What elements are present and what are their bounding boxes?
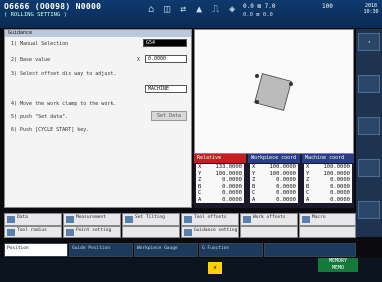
softkey-tilting[interactable]: Set Tilting: [122, 213, 180, 226]
softkey-measurement[interactable]: Measurement: [63, 213, 121, 226]
softkey-macro[interactable]: Macro: [299, 213, 356, 226]
vertical-softkeys: ◂: [356, 29, 382, 237]
softkey-data[interactable]: Data: [4, 213, 62, 226]
softkey-guidance[interactable]: Guidance setting: [181, 226, 239, 238]
tab-g-function[interactable]: G Function: [199, 243, 263, 257]
workpiece-values: X 100.0000 Y 100.0000 Z 0.0000 B 0.0000 C 0.0…: [250, 164, 298, 203]
softkey-tool-radius[interactable]: Tool radius: [4, 226, 62, 238]
guidance-panel: Guidance 1) Manual Selection G54 2) Base…: [4, 29, 192, 208]
tilt-icon: [125, 216, 133, 223]
side-key-1[interactable]: ◂: [358, 33, 380, 51]
side-key-4[interactable]: [358, 159, 380, 177]
workpiece-header[interactable]: Workpiece coord: [248, 154, 300, 163]
radius-icon: [7, 229, 15, 236]
base-axis-label: X: [137, 57, 141, 63]
softkey-row-2: Tool radius Point setting Guidance setti…: [4, 226, 356, 238]
softkey-work-offsets[interactable]: Work offsets: [240, 213, 298, 226]
step-4: 4) Move the work clamp to the work.: [11, 101, 117, 107]
softkey-row-1: Data Measurement Set Tilting Tool offset…: [4, 213, 356, 226]
tab-guide-position[interactable]: Guide Position: [69, 243, 133, 257]
program-subtitle: ( ROLLING SETTING ): [4, 12, 67, 18]
panel-title: Guidance: [5, 30, 191, 37]
feed-override: 100: [322, 3, 333, 10]
direction-field[interactable]: MACHINE: [145, 85, 187, 93]
program-number: O6666 (O0098) N0000: [4, 2, 102, 11]
coordinates-panel: Relative Workpiece coord Machine coord X…: [194, 154, 354, 208]
memory-mode: MEMORY MEMO: [318, 258, 358, 272]
screen-tabs: Position Guide Position Workpiece Gauge …: [4, 243, 356, 257]
set-data-button[interactable]: Set Data: [151, 111, 187, 121]
header-bar: O6666 (O0098) N0000 ( ROLLING SETTING ) …: [0, 0, 382, 28]
softkey-tool-offsets[interactable]: Tool offsets: [181, 213, 239, 226]
step-1: 1) Manual Selection: [11, 41, 69, 47]
clock: 2018 10:30: [363, 3, 379, 15]
workpiece-diagram: [254, 73, 293, 111]
side-key-2[interactable]: [358, 75, 380, 93]
relative-header[interactable]: Relative: [194, 154, 246, 163]
base-value-field[interactable]: 0.0000: [145, 55, 187, 63]
side-key-3[interactable]: [358, 117, 380, 135]
tab-empty[interactable]: [264, 243, 356, 257]
offset-select-field[interactable]: G54: [143, 39, 187, 47]
softkey-empty-3[interactable]: [299, 226, 356, 238]
data-icon: [7, 216, 15, 223]
rotation-diagram: [194, 29, 354, 154]
machine-values: X 100.0000 Y 100.0000 Z 0.0000 B 0.0000 C 0.0…: [304, 164, 352, 203]
step-3: 3) Select offset dis way to adjust.: [11, 71, 117, 77]
machine-header[interactable]: Machine coord: [302, 154, 354, 163]
macro-icon: [302, 216, 310, 223]
guide-icon: [184, 229, 192, 236]
relative-values: X 133.0000 Y 100.0000 Z 0.0000 B 0.0000 C 0.0…: [196, 164, 244, 203]
side-key-5[interactable]: [358, 201, 380, 219]
step-2: 2) Base value: [11, 57, 51, 63]
status-indicator-sub: 0.0 ⊠ 0.0: [243, 12, 273, 18]
lightning-icon: ⚡: [208, 262, 222, 274]
tab-position[interactable]: Position: [4, 243, 68, 257]
measure-icon: [66, 216, 74, 223]
step-6: 6) Push [CYCLE START] key.: [11, 127, 90, 133]
tool-icon: [184, 216, 192, 223]
softkey-point-setting[interactable]: Point setting: [63, 226, 121, 238]
step-5: 5) push "Set data".: [11, 114, 69, 120]
status-indicator: 0.0 ⊠ 7.0: [243, 3, 276, 10]
screen: O6666 (O0098) N0000 ( ROLLING SETTING ) …: [0, 0, 382, 282]
point-icon: [66, 229, 74, 236]
softkey-empty-2[interactable]: [240, 226, 298, 238]
softkey-empty-1[interactable]: [122, 226, 180, 238]
tab-workpiece-gauge[interactable]: Workpiece Gauge: [134, 243, 198, 257]
mode-icons: ⌂ ◫ ⇄ ▲ ⎍ ◈: [148, 4, 238, 15]
work-icon: [243, 216, 251, 223]
